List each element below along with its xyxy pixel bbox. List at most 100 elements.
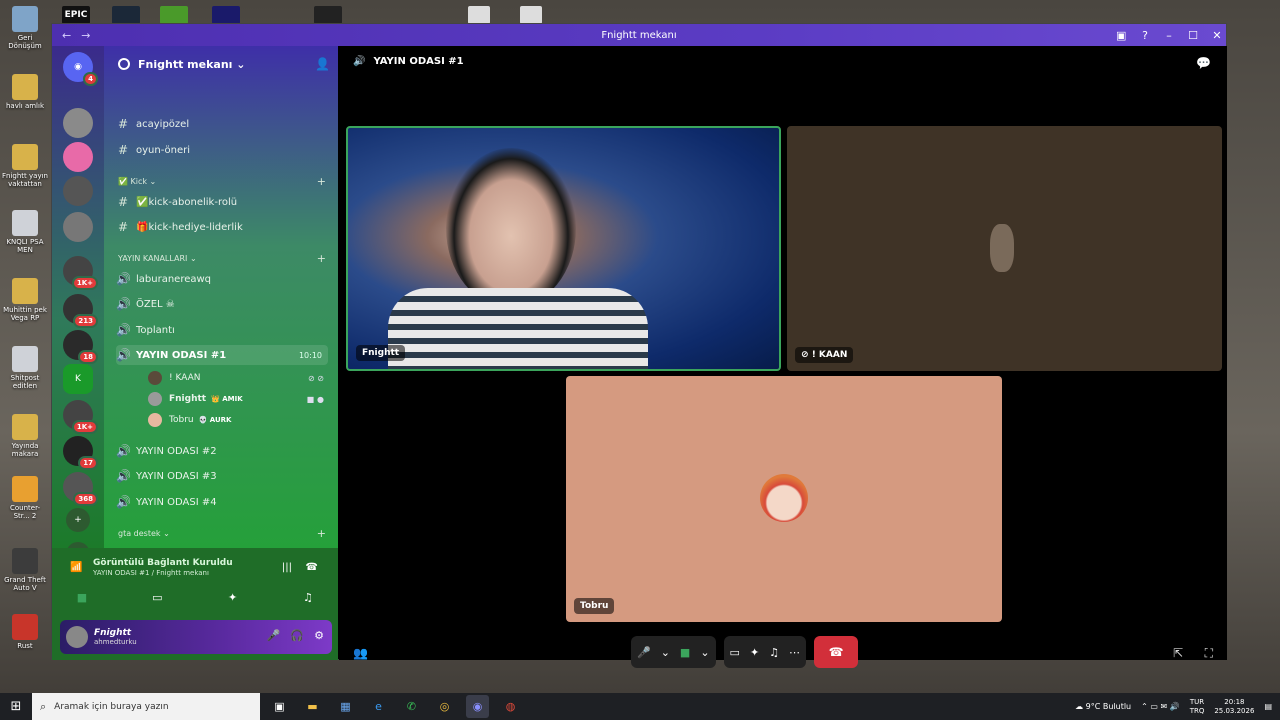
back-arrow-icon[interactable]: ←: [62, 29, 71, 42]
discord-taskbar-icon[interactable]: ◉: [466, 695, 489, 718]
desktop-icon[interactable]: havlı amlık: [2, 74, 48, 110]
app-icon[interactable]: [314, 6, 342, 24]
channel-kick-hediye[interactable]: # 🎁kick-hediye-liderlik: [116, 217, 328, 237]
inbox-icon[interactable]: ▣: [1116, 29, 1126, 42]
tray-icons[interactable]: ⌃ ▭ ✉ 🔊: [1141, 702, 1180, 711]
task-view-icon[interactable]: ▣: [268, 695, 291, 718]
video-file-icon[interactable]: [468, 6, 490, 24]
app-icon[interactable]: [212, 6, 240, 24]
epic-games-icon[interactable]: EPIC: [62, 6, 90, 24]
voice-channel-toplanti[interactable]: 🔊 Toplantı: [116, 320, 328, 340]
category-gta-destek[interactable]: gta destek ⌄ +: [118, 526, 328, 540]
category-kick[interactable]: ✅ Kick ⌄ +: [118, 174, 328, 188]
pop-out-icon[interactable]: ⇱: [1173, 646, 1183, 660]
minimize-button[interactable]: –: [1164, 29, 1174, 42]
nvidia-icon[interactable]: [160, 6, 188, 24]
disconnect-button[interactable]: ☎: [814, 636, 859, 668]
voice-channel-yayin-odasi-4[interactable]: 🔊 YAYIN ODASI #4: [116, 492, 328, 512]
voice-channel-yayin-odasi-2[interactable]: 🔊 YAYIN ODASI #2: [116, 441, 328, 461]
voice-channel-laburanereawq[interactable]: 🔊 laburanereawq: [116, 269, 328, 289]
server-icon[interactable]: [63, 108, 93, 138]
maximize-button[interactable]: ☐: [1188, 29, 1198, 42]
add-server-icon[interactable]: +: [66, 508, 90, 532]
server-icon[interactable]: 18: [63, 330, 98, 364]
mic-control[interactable]: 🎤 ⌄ ■ ⌄: [631, 636, 716, 668]
soundboard-button[interactable]: ♫: [292, 588, 324, 606]
add-channel-icon[interactable]: +: [317, 175, 326, 188]
server-folder[interactable]: 1K+: [63, 256, 98, 290]
desktop-icon-gta[interactable]: Grand Theft Auto V: [2, 548, 48, 592]
video-tile-tobru[interactable]: Tobru: [566, 376, 1002, 622]
language-indicator[interactable]: TUR TRQ: [1190, 698, 1205, 716]
desktop-icon-rust[interactable]: Rust: [2, 614, 48, 650]
close-button[interactable]: ✕: [1212, 29, 1222, 42]
forward-arrow-icon[interactable]: →: [81, 29, 90, 42]
camera-icon[interactable]: ■: [680, 646, 690, 659]
chat-bubble-icon[interactable]: 💬: [1196, 56, 1211, 70]
voice-location[interactable]: YAYIN ODASI #1 / Fnightt mekanı: [93, 569, 209, 577]
server-folder[interactable]: [63, 176, 93, 206]
desktop-icon[interactable]: Muhittin pek Vega RP: [2, 278, 48, 322]
activities-icon[interactable]: ✦: [750, 646, 759, 659]
kick-server-icon[interactable]: K: [63, 364, 93, 394]
server-header[interactable]: Fnightt mekanı ⌄ 👤: [104, 46, 338, 82]
video-file-icon[interactable]: [520, 6, 542, 24]
voice-user-tobru[interactable]: Tobru 💀 AURK: [148, 411, 328, 429]
server-folder[interactable]: [63, 212, 93, 242]
screen-share-icon[interactable]: ▭: [730, 646, 740, 659]
microphone-icon[interactable]: 🎤: [267, 629, 281, 642]
desktop-icon-recycle[interactable]: Geri Dönüşüm: [2, 6, 48, 50]
screen-share-button[interactable]: ▭: [141, 588, 173, 606]
video-tile-kaan[interactable]: ⊘ ! KAAN: [787, 126, 1222, 371]
server-icon[interactable]: 17: [63, 436, 98, 470]
voice-user-kaan[interactable]: ! KAAN ⊘ ⊘: [148, 369, 328, 387]
server-folder[interactable]: 1K+: [63, 400, 98, 434]
gear-icon[interactable]: ⚙: [314, 629, 324, 642]
fullscreen-icon[interactable]: ⛶: [1205, 646, 1213, 661]
desktop-icon-cs2[interactable]: Counter-Str... 2: [2, 476, 48, 520]
steam-icon[interactable]: [112, 6, 140, 24]
activities-button[interactable]: ✦: [217, 588, 249, 606]
app-icon[interactable]: ◍: [499, 695, 522, 718]
voice-channel-ozel[interactable]: 🔊 ÖZEL ☠: [116, 294, 328, 314]
chevron-down-icon[interactable]: ⌄: [700, 646, 709, 659]
camera-button[interactable]: ■: [66, 588, 98, 606]
weather-widget[interactable]: ☁ 9°C Bulutlu: [1075, 702, 1131, 711]
server-folder[interactable]: 213: [63, 294, 98, 328]
noise-suppression-icon[interactable]: |||: [282, 562, 292, 573]
desktop-icon[interactable]: Fnightt yayın vaktattan: [2, 144, 48, 188]
soundboard-icon[interactable]: ♫: [769, 646, 779, 659]
disconnect-icon[interactable]: ☎: [306, 562, 318, 573]
voice-channel-yayin-odasi-1[interactable]: 🔊 YAYIN ODASI #1 10:10: [116, 345, 328, 365]
channel-kick-abonelik[interactable]: # ✅kick-abonelik-rolü: [116, 192, 328, 212]
add-channel-icon[interactable]: +: [317, 527, 326, 540]
taskbar-search[interactable]: ⌕ Aramak için buraya yazın: [32, 693, 260, 720]
store-icon[interactable]: ▦: [334, 695, 357, 718]
home-button[interactable]: ◉ 4: [63, 52, 98, 86]
headphones-icon[interactable]: 🎧: [290, 629, 304, 642]
start-button[interactable]: ⊞: [0, 693, 32, 720]
avatar[interactable]: [66, 626, 88, 648]
desktop-icon[interactable]: Yayında makara: [2, 414, 48, 458]
voice-channel-yayin-odasi-3[interactable]: 🔊 YAYIN ODASI #3: [116, 466, 328, 486]
edge-icon[interactable]: e: [367, 695, 390, 718]
chrome-icon[interactable]: ◎: [433, 695, 456, 718]
channel-acayipozel[interactable]: # acayipözel: [116, 114, 328, 134]
desktop-icon[interactable]: KNQLI PSA MEN: [2, 210, 48, 254]
whatsapp-icon[interactable]: ✆: [400, 695, 423, 718]
chevron-down-icon[interactable]: ⌄: [661, 646, 670, 659]
invite-to-call-icon[interactable]: 👥: [353, 646, 368, 660]
video-tile-fnightt[interactable]: Fnightt: [346, 126, 781, 371]
add-channel-icon[interactable]: +: [317, 252, 326, 265]
voice-user-fnightt[interactable]: Fnightt 👑 AMIK ■ ●: [148, 390, 328, 408]
server-folder[interactable]: 368: [63, 472, 98, 506]
microphone-icon[interactable]: 🎤: [637, 646, 651, 659]
category-yayin-kanallari[interactable]: YAYIN KANALLARI ⌄ +: [118, 251, 328, 265]
invite-icon[interactable]: 👤: [315, 57, 330, 71]
clock[interactable]: 20:18 25.03.2026: [1214, 698, 1254, 716]
server-icon[interactable]: [63, 142, 93, 172]
notification-icon[interactable]: ▤: [1264, 702, 1272, 711]
help-icon[interactable]: ?: [1140, 29, 1150, 42]
more-icon[interactable]: ⋯: [789, 646, 800, 659]
file-explorer-icon[interactable]: ▬: [301, 695, 324, 718]
